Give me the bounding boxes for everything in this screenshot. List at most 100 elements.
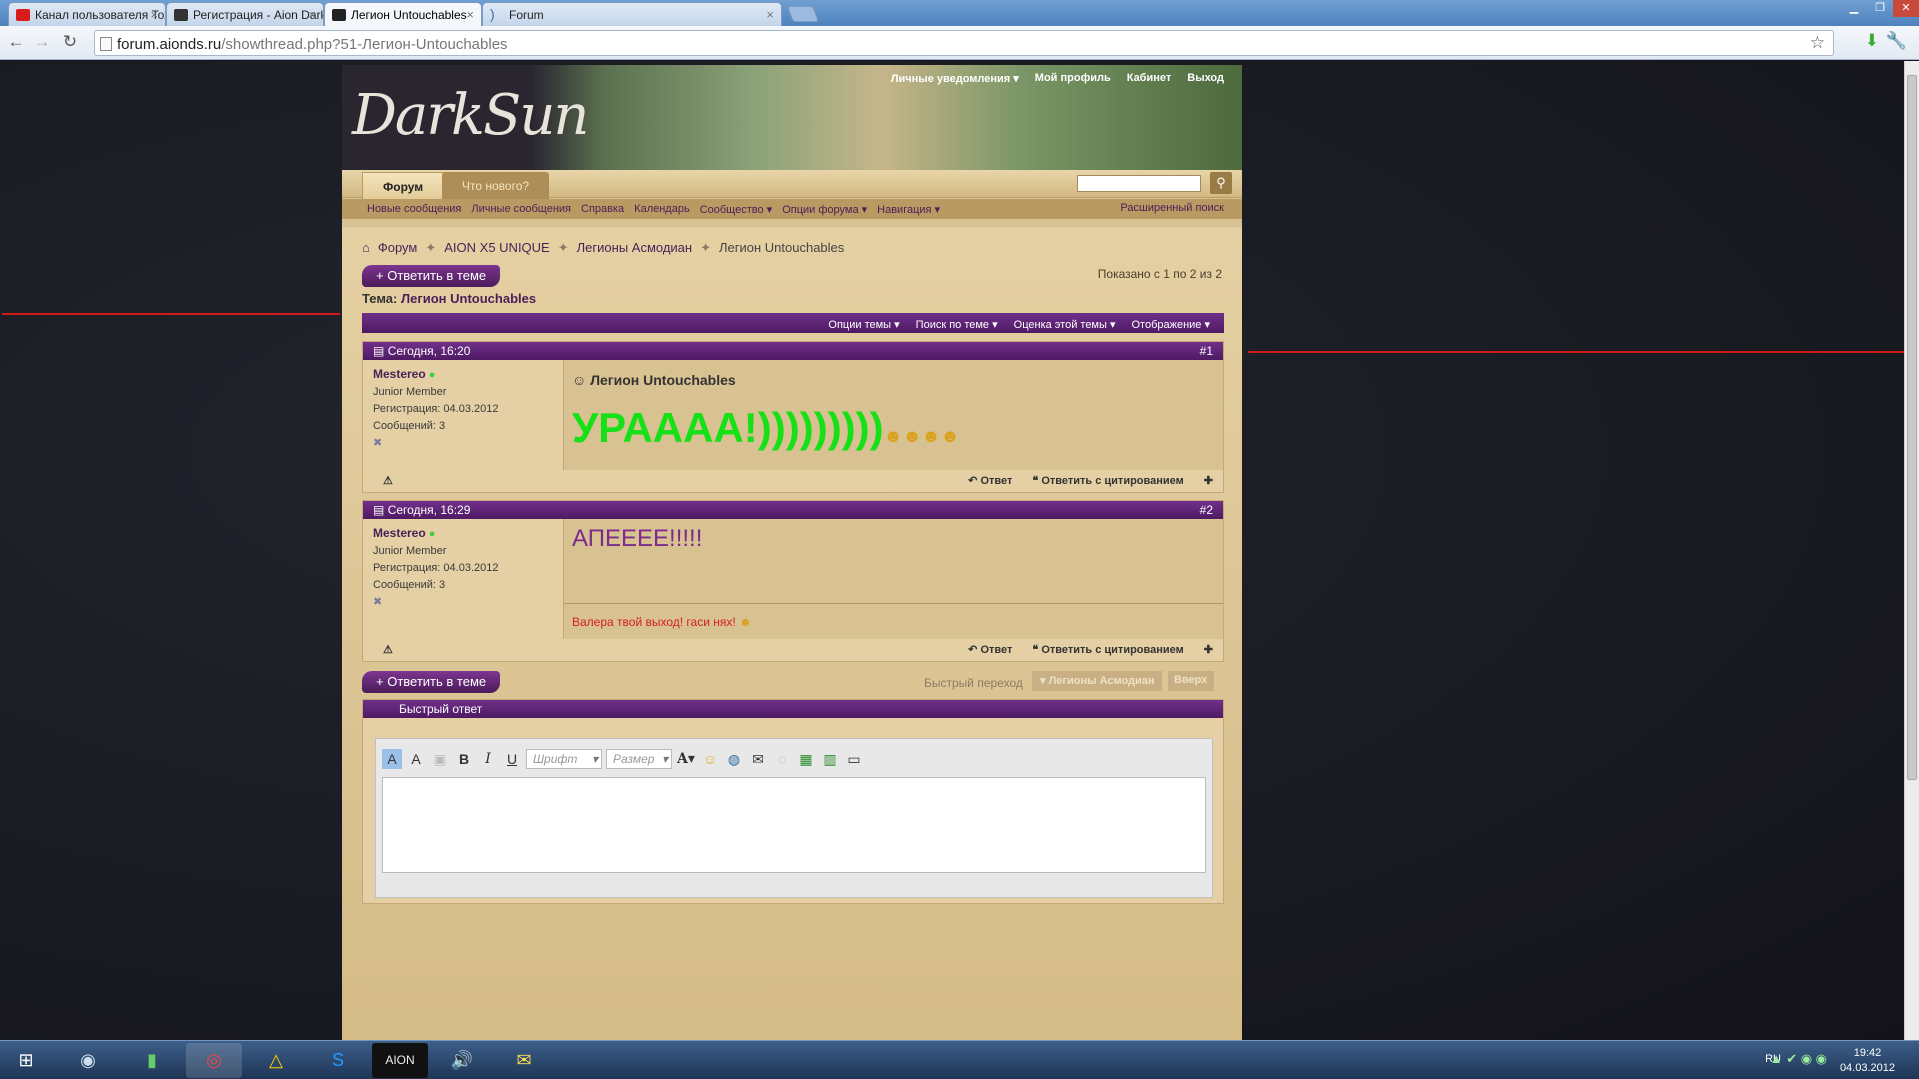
taskbar-clock[interactable]: 19:42 04.03.2012	[1840, 1046, 1895, 1076]
advanced-search-link[interactable]: Расширенный поиск	[1120, 202, 1224, 214]
search-input[interactable]	[1077, 175, 1201, 192]
post-header: ▤ Сегодня, 16:29	[363, 501, 1223, 519]
quote-reply-button[interactable]: ❝ Ответить с цитированием	[1032, 474, 1183, 487]
italic-icon[interactable]: I	[478, 749, 498, 769]
taskbar-aion-game-icon[interactable]: AION	[372, 1043, 428, 1078]
loading-spinner-icon: )	[490, 6, 495, 22]
email-icon[interactable]: ✉	[748, 749, 768, 769]
logout-link[interactable]: Выход	[1187, 72, 1224, 85]
close-window-button[interactable]: ✕	[1893, 0, 1919, 17]
taskbar-app-icon[interactable]: ▮	[124, 1043, 180, 1078]
report-post-icon[interactable]: ⚠	[383, 474, 393, 487]
font-select[interactable]: Шрифт	[526, 749, 602, 769]
taskbar-skype-icon[interactable]: S	[310, 1043, 366, 1078]
reply-post-button[interactable]: ↶ Ответ	[968, 643, 1012, 656]
go-top-button[interactable]: Вверх	[1168, 671, 1214, 691]
report-post-icon[interactable]: ⚠	[383, 643, 393, 656]
thread-rating-menu[interactable]: Оценка этой темы ▾	[1014, 318, 1116, 331]
thread-search-menu[interactable]: Поиск по теме ▾	[916, 318, 998, 331]
forward-arrow-icon[interactable]: →	[32, 32, 52, 52]
start-button-icon[interactable]: ⊞	[4, 1043, 48, 1078]
close-tab-icon[interactable]: ×	[766, 7, 774, 22]
main-navbar: Форум Что нового? ⚲	[342, 170, 1242, 199]
subnav-private-messages[interactable]: Личные сообщения	[471, 203, 571, 216]
quote-icon[interactable]: ▭	[844, 749, 864, 769]
smilies-icon[interactable]: ☺	[700, 749, 720, 769]
user-tools-icon[interactable]: ✖	[373, 435, 553, 452]
thread-display-menu[interactable]: Отображение ▾	[1131, 318, 1210, 331]
url-bar[interactable]: forum.aionds.ru/showthread.php?51-Легион…	[94, 30, 1834, 56]
browser-tab-legion[interactable]: Легион Untouchables ×	[324, 2, 482, 26]
browser-tab-forum[interactable]: ) Forum ×	[482, 2, 782, 26]
maximize-button[interactable]: ❐	[1867, 0, 1893, 17]
taskbar-audio-icon[interactable]: 🔊	[434, 1043, 490, 1078]
remove-format-icon[interactable]: A	[406, 749, 426, 769]
taskbar-mail-icon[interactable]: ✉	[496, 1043, 552, 1078]
reply-thread-button-bottom[interactable]: + Ответить в теме	[362, 671, 501, 693]
paste-icon[interactable]: ▣	[430, 749, 450, 769]
close-tab-icon[interactable]: ×	[466, 7, 474, 22]
post-title: ☺ Легион Untouchables	[572, 372, 736, 388]
wysiwyg-mode-icon[interactable]: A	[382, 749, 402, 769]
minimize-button[interactable]: ▁	[1841, 0, 1867, 17]
bold-icon[interactable]: B	[454, 749, 474, 769]
breadcrumb-aion[interactable]: AION X5 UNIQUE	[444, 240, 549, 256]
taskbar-chrome-icon[interactable]: ◎	[186, 1043, 242, 1078]
breadcrumb-forum[interactable]: Форум	[378, 240, 418, 256]
quote-reply-button[interactable]: ❝ Ответить с цитированием	[1032, 643, 1183, 656]
subnav-help[interactable]: Справка	[581, 203, 624, 216]
reply-post-button[interactable]: ↶ Ответ	[968, 474, 1012, 487]
video-icon[interactable]: ▥	[820, 749, 840, 769]
post-username[interactable]: Mestereo	[373, 367, 426, 381]
text-color-icon[interactable]: A▾	[676, 749, 696, 769]
page-scrollbar[interactable]	[1904, 61, 1919, 1040]
close-tab-icon[interactable]: ×	[308, 7, 316, 22]
reply-textarea[interactable]	[382, 777, 1206, 873]
reload-icon[interactable]: ↻	[60, 32, 80, 52]
taskbar-ie-icon[interactable]: ◉	[60, 1043, 116, 1078]
home-icon[interactable]: ⌂	[362, 240, 370, 256]
my-profile-link[interactable]: Мой профиль	[1035, 72, 1111, 85]
smiley-row-icon: ☻☻☻☻	[883, 426, 960, 446]
quick-nav-select[interactable]: ▾ Легионы Асмодиан	[1032, 671, 1162, 691]
breadcrumb-legions[interactable]: Легионы Асмодиан	[577, 240, 692, 256]
shown-count: Показано с 1 по 2 из 2	[1097, 267, 1222, 281]
underline-icon[interactable]: U	[502, 749, 522, 769]
bookmark-star-icon[interactable]: ☆	[1810, 33, 1825, 53]
subnav-community[interactable]: Сообщество ▾	[700, 203, 772, 216]
wrench-menu-icon[interactable]: 🔧	[1886, 31, 1907, 51]
tray-icons[interactable]: ▲ ✔ ◉ ◉	[1770, 1051, 1827, 1067]
post-number[interactable]: #1	[1200, 344, 1213, 358]
post-number[interactable]: #2	[1200, 503, 1213, 517]
size-select[interactable]: Размер	[606, 749, 672, 769]
thread-tools-bar: Опции темы ▾ Поиск по теме ▾ Оценка этой…	[362, 313, 1224, 333]
image-icon[interactable]: ▦	[796, 749, 816, 769]
back-arrow-icon[interactable]: ←	[6, 32, 26, 52]
subnav-forum-options[interactable]: Опции форума ▾	[782, 203, 867, 216]
unlink-icon[interactable]: ◌	[772, 749, 792, 769]
site-logo[interactable]: DarkSun	[352, 83, 589, 148]
thread-options-menu[interactable]: Опции темы ▾	[828, 318, 899, 331]
reply-thread-button[interactable]: + Ответить в теме	[362, 265, 501, 287]
user-tools-icon[interactable]: ✖	[373, 594, 553, 611]
close-tab-icon[interactable]: ×	[150, 7, 158, 22]
subnav-calendar[interactable]: Календарь	[634, 203, 690, 216]
multi-quote-icon[interactable]: ✚	[1204, 643, 1213, 656]
tab-forum[interactable]: Форум	[362, 172, 445, 199]
notifications-link[interactable]: Личные уведомления ▾	[891, 72, 1019, 85]
scrollbar-thumb[interactable]	[1907, 75, 1917, 780]
search-icon[interactable]: ⚲	[1210, 172, 1232, 194]
header-banner: DarkSun Личные уведомления ▾ Мой профиль…	[342, 65, 1242, 170]
cabinet-link[interactable]: Кабинет	[1127, 72, 1172, 85]
post-username[interactable]: Mestereo	[373, 526, 426, 540]
taskbar-aion-icon[interactable]: △	[248, 1043, 304, 1078]
browser-tab-youtube[interactable]: Канал пользователя Toxic ×	[8, 2, 166, 26]
link-icon[interactable]: ◍	[724, 749, 744, 769]
new-tab-button[interactable]	[787, 6, 819, 22]
download-extension-icon[interactable]: ⬇	[1865, 31, 1879, 51]
browser-tab-registration[interactable]: Регистрация - Aion DarkSu ×	[166, 2, 324, 26]
subnav-new-posts[interactable]: Новые сообщения	[367, 203, 461, 216]
subnav-navigation[interactable]: Навигация ▾	[877, 203, 940, 216]
multi-quote-icon[interactable]: ✚	[1204, 474, 1213, 487]
tab-whats-new[interactable]: Что нового?	[442, 172, 550, 199]
